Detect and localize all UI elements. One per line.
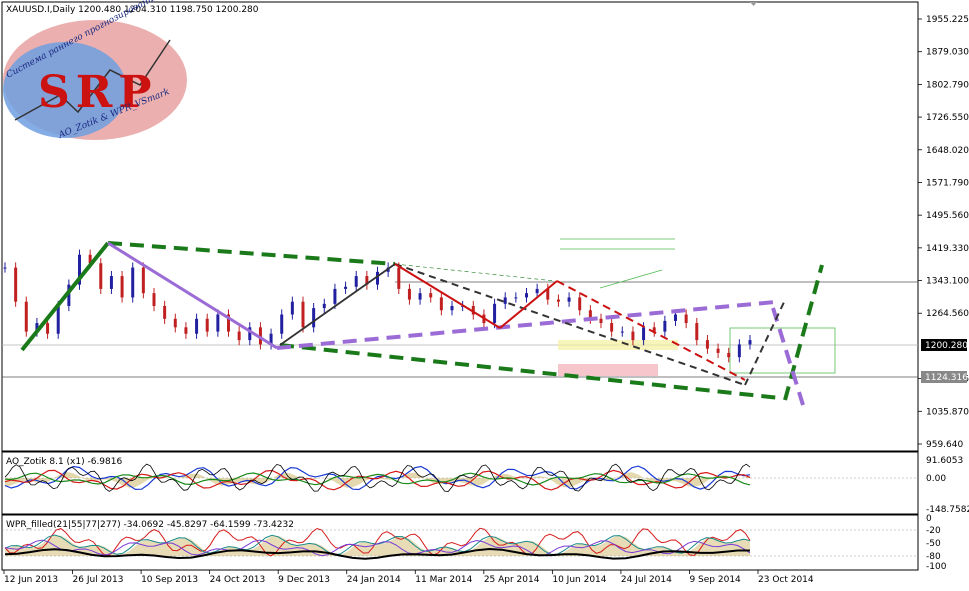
time-tick-label: 26 Jul 2013 <box>73 575 124 585</box>
chart-canvas[interactable]: XAUUSD.I,Daily 1200.480 1204.310 1198.75… <box>0 0 969 587</box>
time-tick-label: 9 Dec 2013 <box>278 575 330 585</box>
price-tick-label: 1495.560 <box>926 211 969 221</box>
wpr-title: WPR_filled(21|55|77|277) -34.0692 -45.82… <box>6 520 294 530</box>
candle-body <box>120 276 124 298</box>
candle-body <box>674 314 677 321</box>
price-tick-label: 1648.020 <box>926 146 969 156</box>
candle-body <box>216 314 220 332</box>
candle-body <box>535 288 539 294</box>
candle-body <box>205 318 209 332</box>
candle-body <box>695 323 699 341</box>
candle-body <box>322 303 326 309</box>
current-price-label: 1200.280 <box>925 341 968 351</box>
candle-body <box>152 293 156 306</box>
wpr-axis-label: 0 <box>926 514 932 524</box>
trading-chart-window[interactable]: XAUUSD.I,Daily 1200.480 1204.310 1198.75… <box>0 0 969 587</box>
ao-axis-label: 91.6053 <box>926 456 963 466</box>
time-tick-label: 24 Jul 2014 <box>621 575 672 585</box>
candle-body <box>312 308 316 328</box>
time-tick-label: 24 Oct 2013 <box>210 575 266 585</box>
ao-axis-label: -148.7582 <box>926 505 969 515</box>
candle-body <box>610 323 614 332</box>
price-tick-label: 1264.560 <box>926 309 969 319</box>
candle-body <box>748 340 752 345</box>
candle-body <box>163 305 167 319</box>
wpr-axis: 0 -20 -50 -80-100 <box>926 514 947 572</box>
ao-title: AO_Zotik 8.1 (x1) -6.9816 <box>6 457 122 467</box>
wpr-axis-label: -100 <box>926 562 947 572</box>
candle-body <box>493 303 497 324</box>
candle-body <box>376 271 379 285</box>
candle-body <box>344 286 348 289</box>
candle-body <box>556 299 560 302</box>
candle-body <box>407 288 411 300</box>
logo-letters: SRP <box>38 67 157 118</box>
ao-axis-label: 0.00 <box>926 474 946 484</box>
candle-body <box>280 314 284 334</box>
candle-body <box>716 348 720 353</box>
candle-body <box>663 320 667 332</box>
price-tick-label: 1343.100 <box>926 277 969 287</box>
price-tick-label: 1955.225 <box>926 15 969 25</box>
candle-body <box>3 267 7 269</box>
price-tick-label: 959.640 <box>926 440 963 450</box>
candle-body <box>684 314 688 324</box>
time-tick-label: 23 Oct 2014 <box>758 575 814 585</box>
candle-body <box>429 293 433 298</box>
time-tick-label: 9 Sep 2014 <box>689 575 741 585</box>
level-price-label: 1124.316 <box>925 373 968 383</box>
price-tick-label: 1802.790 <box>926 80 969 90</box>
candle-body <box>397 267 401 289</box>
candle-body <box>450 305 454 311</box>
candle-body <box>418 293 422 300</box>
candle-body <box>99 263 103 289</box>
time-tick-label: 25 Apr 2014 <box>484 575 540 585</box>
price-tick-label: 1035.870 <box>926 407 969 417</box>
price-tick-label: 1726.550 <box>926 113 969 123</box>
candle-body <box>525 293 528 298</box>
candle-body <box>578 297 582 311</box>
candle-body <box>290 301 294 315</box>
candle-body <box>173 318 177 328</box>
wpr-axis-label: -50 <box>926 539 941 549</box>
candle-body <box>439 297 443 311</box>
candle-body <box>727 352 731 358</box>
candle-body <box>333 288 337 304</box>
candle-body <box>737 344 741 358</box>
zone-yellow <box>558 340 678 350</box>
price-tick-label: 1419.330 <box>926 244 969 254</box>
candle-body <box>56 305 60 334</box>
wpr-axis-label: -80 <box>926 552 941 562</box>
price-axis: 1955.225 1879.030 1802.790 1726.550 1648.020… <box>918 15 969 450</box>
time-tick-label: 12 Jun 2013 <box>4 575 58 585</box>
time-tick-label: 10 Sep 2013 <box>141 575 198 585</box>
wpr-axis-label: -20 <box>926 526 941 536</box>
candle-body <box>141 267 145 294</box>
candle-body <box>14 267 18 302</box>
candle-body <box>631 331 635 341</box>
time-tick-label: 11 Mar 2014 <box>415 575 472 585</box>
candle-body <box>705 340 709 349</box>
candle-body <box>195 318 199 334</box>
candle-body <box>184 327 188 334</box>
price-tick-label: 1879.030 <box>926 48 969 58</box>
candle-body <box>24 301 28 332</box>
time-axis: 12 Jun 2013 26 Jul 2013 10 Sep 2013 24 Oct … <box>3 570 814 585</box>
candle-body <box>599 318 603 324</box>
candle-body <box>109 276 113 289</box>
time-tick-label: 10 Jun 2014 <box>552 575 606 585</box>
candle-body <box>567 297 571 302</box>
candle-body <box>46 323 50 334</box>
candle-body <box>301 301 305 328</box>
price-tick-label: 1571.790 <box>926 178 969 188</box>
candle-body <box>514 297 518 299</box>
candle-body <box>237 331 241 341</box>
candle-body <box>620 331 624 333</box>
ao-axis: 91.6053 0.00 -148.7582 <box>926 456 969 515</box>
candle-body <box>642 327 646 341</box>
time-tick-label: 24 Jan 2014 <box>347 575 401 585</box>
candle-body <box>131 267 135 298</box>
candle-body <box>503 297 507 304</box>
candle-body <box>354 276 358 287</box>
